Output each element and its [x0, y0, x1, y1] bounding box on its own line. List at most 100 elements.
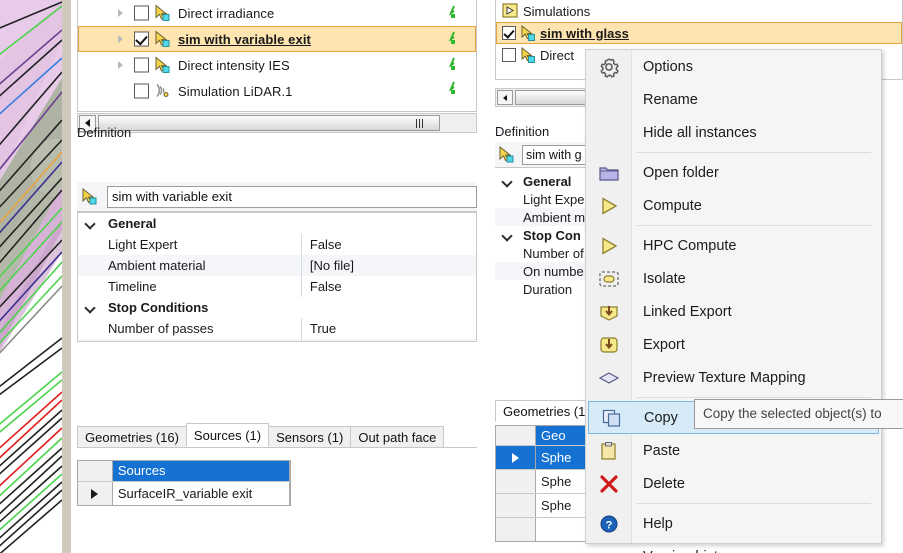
menu-item-preview-texture-mapping[interactable]: Preview Texture Mapping	[586, 361, 881, 394]
scrollbar-thumb[interactable]	[98, 115, 440, 131]
menu-separator	[636, 503, 871, 504]
status-check-icon	[448, 30, 460, 48]
tree-horizontal-scrollbar[interactable]	[77, 113, 477, 133]
menu-item-open-folder[interactable]: Open folder	[586, 156, 881, 189]
visibility-checkbox[interactable]	[502, 26, 516, 40]
table-row[interactable]: SurfaceIR_variable exit	[78, 481, 290, 505]
tab-geometries[interactable]: Geometries (16)	[77, 426, 187, 447]
menu-item-version-history[interactable]: Version history...	[586, 540, 881, 553]
menu-item-label: HPC Compute	[643, 237, 737, 254]
expander-icon[interactable]	[118, 35, 123, 43]
tree-row-selected[interactable]: sim with glass	[496, 22, 902, 44]
tree-row[interactable]: Direct irradiance	[78, 0, 476, 26]
tree-row[interactable]: Direct intensity IES	[78, 52, 476, 78]
menu-item-export[interactable]: Export	[586, 328, 881, 361]
menu-item-hpc-compute[interactable]: HPC Compute	[586, 229, 881, 262]
menu-item-delete[interactable]: Delete	[586, 467, 881, 500]
property-name: Ambient ma	[523, 209, 593, 225]
lidar-icon	[153, 83, 171, 100]
status-check-icon	[448, 56, 460, 74]
current-row-marker-icon	[512, 452, 519, 463]
delete-x-icon	[597, 472, 621, 496]
context-menu[interactable]: Options Rename Hide all instances Open f…	[585, 49, 882, 553]
preview-texture-icon	[597, 366, 621, 390]
bottom-tabstrip[interactable]: Geometries (16) Sources (1) Sensors (1) …	[77, 423, 477, 448]
menu-item-rename[interactable]: Rename	[586, 83, 881, 116]
tree-row-simulations-root[interactable]: Simulations	[496, 0, 902, 22]
3d-viewport[interactable]	[0, 0, 62, 553]
chevron-down-icon[interactable]	[503, 177, 512, 186]
property-value[interactable]: True	[300, 318, 476, 339]
row-selector[interactable]	[496, 518, 536, 541]
simulation-tree[interactable]: Direct irradiance sim with variable exit	[77, 0, 477, 112]
property-grid[interactable]: General Light Expert False Ambient mater…	[77, 212, 477, 342]
folder-icon	[597, 161, 621, 185]
property-value[interactable]: False	[300, 276, 476, 297]
property-row[interactable]: On number of passes limit 15	[78, 339, 476, 341]
simulation-icon	[497, 145, 517, 164]
menu-item-label: Open folder	[643, 164, 719, 181]
property-value[interactable]: False	[300, 234, 476, 255]
property-name: Ambient material	[108, 258, 206, 273]
row-selector[interactable]	[496, 446, 536, 469]
column-header-sources[interactable]: Sources	[112, 461, 290, 481]
property-row[interactable]: Timeline False	[78, 276, 476, 297]
property-row[interactable]: Number of passes True	[78, 318, 476, 339]
visibility-checkbox[interactable]	[134, 5, 149, 21]
menu-item-compute[interactable]: Compute	[586, 189, 881, 222]
menu-item-paste[interactable]: Paste	[586, 434, 881, 467]
menu-item-label: Compute	[643, 197, 702, 214]
category-label: General	[108, 216, 157, 231]
tree-item-label: sim with glass	[540, 25, 629, 41]
row-selector[interactable]	[78, 482, 113, 505]
isolate-icon	[597, 267, 621, 291]
definition-name-input[interactable]	[107, 185, 477, 208]
row-header-corner	[78, 461, 113, 481]
row-selector[interactable]	[496, 470, 536, 493]
scroll-left-button[interactable]	[497, 90, 513, 105]
row-header-corner	[496, 426, 536, 445]
menu-item-help[interactable]: ? Help	[586, 507, 881, 540]
menu-item-linked-export[interactable]: Linked Export	[586, 295, 881, 328]
play-icon	[597, 234, 621, 258]
property-value[interactable]: 15	[300, 339, 476, 341]
expander-icon[interactable]	[118, 9, 123, 17]
tree-row[interactable]: Simulation LiDAR.1	[78, 78, 476, 104]
copy-icon	[600, 406, 624, 430]
visibility-checkbox[interactable]	[134, 31, 149, 47]
row-selector[interactable]	[496, 494, 536, 517]
tab-sources[interactable]: Sources (1)	[185, 423, 270, 447]
visibility-checkbox[interactable]	[502, 48, 516, 62]
gear-icon	[597, 55, 621, 79]
tree-item-label: sim with variable exit	[178, 31, 311, 47]
visibility-checkbox[interactable]	[134, 57, 149, 73]
tab-out-path-face[interactable]: Out path face	[350, 426, 445, 447]
menu-item-label: Linked Export	[643, 303, 732, 320]
menu-item-label: Rename	[643, 91, 698, 108]
expander-icon[interactable]	[118, 61, 123, 69]
tab-sensors[interactable]: Sensors (1)	[268, 426, 352, 447]
chevron-down-icon[interactable]	[503, 231, 512, 240]
property-category-stop-conditions[interactable]: Stop Conditions	[78, 297, 476, 318]
chevron-down-icon[interactable]	[86, 219, 95, 228]
sources-grid[interactable]: Sources SurfaceIR_variable exit	[77, 460, 291, 506]
menu-item-options[interactable]: Options	[586, 50, 881, 83]
visibility-checkbox[interactable]	[134, 83, 149, 99]
property-value[interactable]: [No file]	[300, 255, 476, 276]
menu-item-label: Version history...	[643, 549, 749, 553]
property-name: Light Expert	[108, 237, 178, 252]
chevron-down-icon[interactable]	[86, 303, 95, 312]
property-row[interactable]: Light Expert False	[78, 234, 476, 255]
menu-item-isolate[interactable]: Isolate	[586, 262, 881, 295]
tree-item-label: Direct	[540, 47, 574, 63]
property-category-general[interactable]: General	[78, 213, 476, 234]
scrollbar-thumb[interactable]	[515, 90, 589, 105]
menu-item-hide-all-instances[interactable]: Hide all instances	[586, 116, 881, 149]
property-row[interactable]: Ambient material [No file]	[78, 255, 476, 276]
menu-item-label: Help	[643, 515, 673, 532]
right-tabstrip[interactable]: Geometries (16	[495, 400, 601, 422]
menu-item-label: Delete	[643, 475, 685, 492]
cell-source-name[interactable]: SurfaceIR_variable exit	[113, 482, 290, 505]
tree-row-selected[interactable]: sim with variable exit	[78, 26, 476, 52]
raytrace-preview	[0, 0, 62, 553]
